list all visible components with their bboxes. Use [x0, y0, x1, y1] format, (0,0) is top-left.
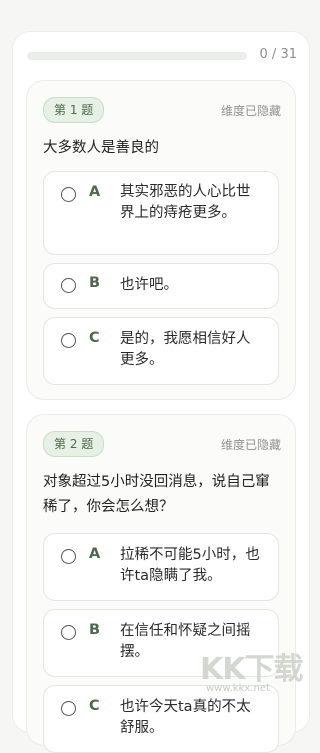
- option-text: 也许吧。: [120, 277, 178, 293]
- option-letter: C: [89, 698, 100, 714]
- progress-count: 0 / 31: [259, 47, 297, 62]
- radio-icon[interactable]: [61, 625, 76, 640]
- radio-icon[interactable]: [61, 278, 76, 293]
- option-text: 是的，我愿相信好人更多。: [120, 331, 251, 368]
- radio-icon[interactable]: [61, 187, 76, 202]
- progress-row: 0 / 31: [27, 44, 297, 66]
- question-card-1: 第 1 题 维度已隐藏 大多数人是善良的 A 其实邪恶的人心比世界上的痔疮更多。…: [26, 80, 296, 400]
- option-b[interactable]: B 也许吧。: [43, 263, 279, 309]
- watermark-logo: KK下载: [200, 652, 303, 687]
- option-letter: A: [89, 184, 101, 200]
- radio-icon[interactable]: [61, 333, 76, 348]
- question-text: 大多数人是善良的: [43, 140, 159, 156]
- radio-icon[interactable]: [61, 701, 76, 716]
- option-c[interactable]: C 是的，我愿相信好人更多。: [43, 317, 279, 385]
- option-a[interactable]: A 拉稀不可能5小时，也许ta隐瞒了我。: [43, 533, 279, 601]
- progress-bar: [27, 52, 247, 60]
- radio-icon[interactable]: [61, 549, 76, 564]
- dimension-hidden-label: 维度已隐藏: [220, 104, 281, 118]
- option-a[interactable]: A 其实邪恶的人心比世界上的痔疮更多。: [43, 171, 279, 255]
- quiz-sheet: 0 / 31 第 1 题 维度已隐藏 大多数人是善良的 A 其实邪恶的人心比世界…: [12, 31, 310, 753]
- option-text: 拉稀不可能5小时，也许ta隐瞒了我。: [120, 547, 260, 584]
- option-letter: B: [89, 275, 101, 291]
- dimension-hidden-label: 维度已隐藏: [220, 438, 281, 452]
- question-card-2: 第 2 题 维度已隐藏 对象超过5小时没回消息，说自己窜稀了，你会怎么想？ A …: [26, 414, 296, 753]
- option-c[interactable]: C 也许今天ta真的不太舒服。: [43, 685, 279, 753]
- question-number-badge: 第 1 题: [43, 97, 105, 123]
- question-number-badge: 第 2 题: [43, 431, 105, 457]
- option-letter: A: [89, 546, 101, 562]
- question-text: 对象超过5小时没回消息，说自己窜稀了，你会怎么想？: [43, 474, 270, 515]
- option-text: 其实邪恶的人心比世界上的痔疮更多。: [120, 184, 251, 221]
- option-letter: B: [89, 622, 101, 638]
- watermark-url: www.kkx.net: [206, 683, 270, 694]
- option-text: 也许今天ta真的不太舒服。: [120, 699, 251, 736]
- option-letter: C: [89, 330, 100, 346]
